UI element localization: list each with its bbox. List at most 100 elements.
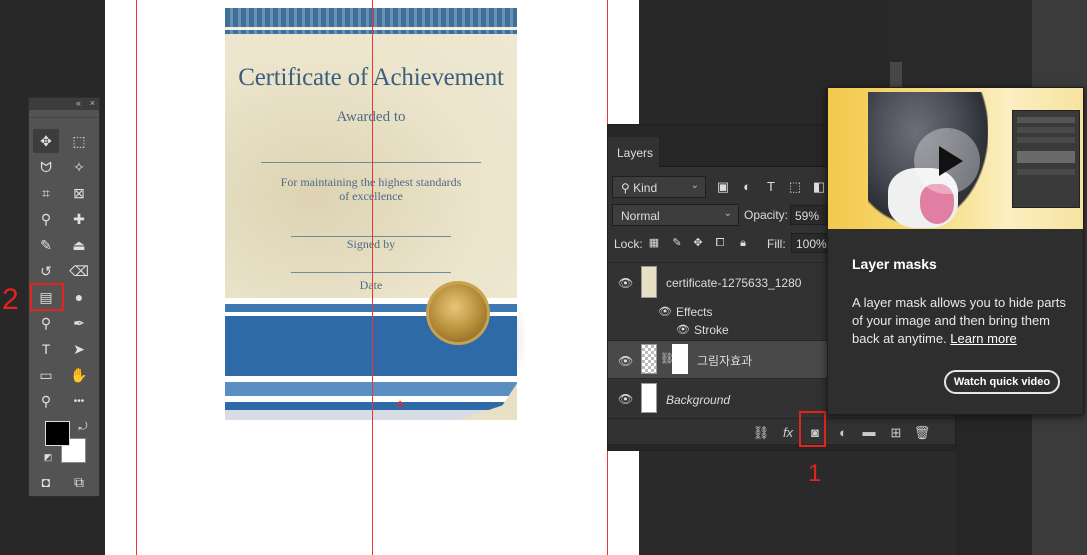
new-layer-icon[interactable]: ⊞ (887, 424, 905, 442)
tools-panel-header[interactable]: « × (29, 98, 99, 110)
highlight-gradient-tool (30, 283, 64, 311)
canvas-marker: + (396, 396, 405, 412)
fill-label: Fill: (767, 237, 786, 251)
certificate-line1: For maintaining the highest standards (280, 175, 462, 189)
filter-adjustment-icon[interactable]: ◐ (739, 179, 755, 195)
kind-filter-select[interactable]: ⚲ Kind ⌄ (612, 176, 706, 198)
annotation-number-1: 1 (808, 460, 822, 487)
watch-quick-video-button[interactable]: Watch quick video (944, 370, 1060, 394)
magic-wand-tool-icon[interactable]: ✧ (66, 155, 92, 179)
fill-input[interactable]: 100% (791, 233, 831, 253)
certificate-image: Certificate of Achievement Awarded to Fo… (225, 8, 517, 420)
visibility-eye-icon[interactable]: 👁︎ (618, 392, 633, 406)
annotation-number-2: 2 (2, 283, 19, 316)
more-tools-icon[interactable]: ••• (66, 389, 92, 413)
lock-position-icon[interactable]: ✥ (690, 235, 706, 251)
move-tool-icon[interactable]: ✥ (33, 129, 59, 153)
lasso-tool-icon[interactable]: ᗢ (33, 155, 59, 179)
crop-tool-icon[interactable]: ⌗ (33, 181, 59, 205)
layers-panel-bottom-edge (608, 444, 955, 450)
trash-icon[interactable]: 🗑︎ (913, 424, 931, 442)
certificate-name-line (261, 162, 481, 163)
effects-label[interactable]: Effects (676, 305, 712, 319)
zoom-tool-icon[interactable]: ⚲ (33, 389, 59, 413)
layer-thumbnail (641, 344, 657, 374)
screen-mode-icon[interactable]: ⧉ (66, 470, 92, 494)
default-colors-icon[interactable]: ◩ (41, 450, 55, 464)
path-selection-tool-icon[interactable]: ➤ (66, 337, 92, 361)
pen-tool-icon[interactable]: ✒ (66, 311, 92, 335)
tooltip-title: Layer masks (852, 256, 937, 272)
history-brush-tool-icon[interactable]: ↺ (33, 259, 59, 283)
layer-thumbnail (641, 383, 657, 413)
gold-seal-icon (429, 284, 487, 342)
visibility-eye-icon[interactable]: 👁︎ (618, 354, 633, 368)
adjustment-layer-icon[interactable]: ◐ (834, 424, 852, 442)
swap-colors-icon[interactable]: ⤾ (75, 419, 91, 435)
certificate-line2: of excellence (339, 189, 403, 203)
quick-mask-icon[interactable]: ◘ (33, 470, 59, 494)
play-icon[interactable] (914, 128, 980, 194)
blend-mode-select[interactable]: Normal ⌄ (612, 204, 739, 226)
lock-label: Lock: (614, 237, 643, 251)
eyedropper-tool-icon[interactable]: ⚲ (33, 207, 59, 231)
certificate-awarded-to: Awarded to (336, 109, 406, 125)
dodge-tool-icon[interactable]: ⚲ (33, 311, 59, 335)
opacity-input[interactable]: 59% (790, 205, 830, 225)
visibility-eye-icon[interactable]: 👁︎ (618, 276, 633, 290)
filter-smart-object-icon[interactable]: ◧ (811, 179, 827, 195)
clone-stamp-tool-icon[interactable]: ⏏ (66, 233, 92, 257)
stroke-eye-icon[interactable]: 👁︎ (676, 323, 690, 336)
eraser-tool-icon[interactable]: ⌫ (66, 259, 92, 283)
guide-line-left (136, 0, 137, 555)
healing-brush-tool-icon[interactable]: ✚ (66, 207, 92, 231)
layer-name[interactable]: Background (666, 393, 730, 407)
certificate-top-border (225, 8, 517, 34)
document-canvas[interactable]: Certificate of Achievement Awarded to Fo… (105, 0, 639, 555)
layer-thumbnail (641, 266, 657, 298)
kind-filter-label: Kind (633, 181, 658, 195)
filter-shape-icon[interactable]: ⬚ (787, 179, 803, 195)
group-folder-icon[interactable]: ▬ (860, 423, 878, 441)
right-dock-lower (956, 415, 1032, 555)
lock-artboard-icon[interactable]: ⧠ (712, 235, 728, 251)
blend-mode-label: Normal (621, 209, 660, 223)
layer-name[interactable]: 그림자효과 (697, 352, 752, 369)
layer-masks-tooltip-card: Layer masks A layer mask allows you to h… (827, 87, 1084, 415)
learn-more-link[interactable]: Learn more (950, 331, 1016, 346)
blur-tool-icon[interactable]: ● (66, 285, 92, 309)
close-icon[interactable]: × (90, 98, 95, 108)
brush-tool-icon[interactable]: ✎ (33, 233, 59, 257)
tab-layers[interactable]: Layers (608, 137, 659, 167)
lock-image-icon[interactable]: ✎ (669, 235, 685, 251)
type-tool-icon[interactable]: T (33, 337, 59, 361)
tutorial-video-thumbnail[interactable] (828, 88, 1083, 229)
mini-ui-preview (1012, 110, 1080, 208)
chevron-down-icon: ⌄ (723, 208, 732, 219)
fx-icon[interactable]: fx (779, 424, 797, 442)
certificate-date-line (291, 272, 451, 273)
effects-eye-icon[interactable]: 👁︎ (658, 305, 672, 318)
guide-line-center (372, 0, 373, 555)
opacity-label: Opacity: (744, 208, 789, 222)
hand-tool-icon[interactable]: ✋ (66, 363, 92, 387)
frame-tool-icon[interactable]: ⊠ (66, 181, 92, 205)
certificate-title: Certificate of Achievement (238, 64, 504, 91)
certificate-signed-by: Signed by (346, 237, 396, 251)
chevron-down-icon: ⌄ (690, 180, 699, 191)
tools-grip[interactable] (29, 110, 99, 118)
collapse-icon[interactable]: « (76, 98, 81, 108)
lock-transparent-icon[interactable]: ▦ (646, 235, 662, 251)
link-layers-icon[interactable]: ⛓︎ (752, 424, 770, 442)
layer-mask-thumbnail[interactable] (672, 344, 688, 374)
rectangle-tool-icon[interactable]: ▭ (33, 363, 59, 387)
stroke-label[interactable]: Stroke (694, 323, 729, 337)
filter-pixel-icon[interactable]: ▣ (715, 179, 731, 195)
layer-name[interactable]: certificate-1275633_1280 (666, 276, 801, 290)
lock-all-icon[interactable]: 🔒︎ (735, 235, 751, 251)
marquee-tool-icon[interactable]: ⬚ (66, 129, 92, 153)
highlight-layer-mask-button (799, 411, 826, 447)
tooltip-body: A layer mask allows you to hide parts of… (852, 294, 1067, 348)
filter-type-icon[interactable]: T (763, 179, 779, 195)
foreground-color-swatch[interactable] (45, 421, 70, 446)
